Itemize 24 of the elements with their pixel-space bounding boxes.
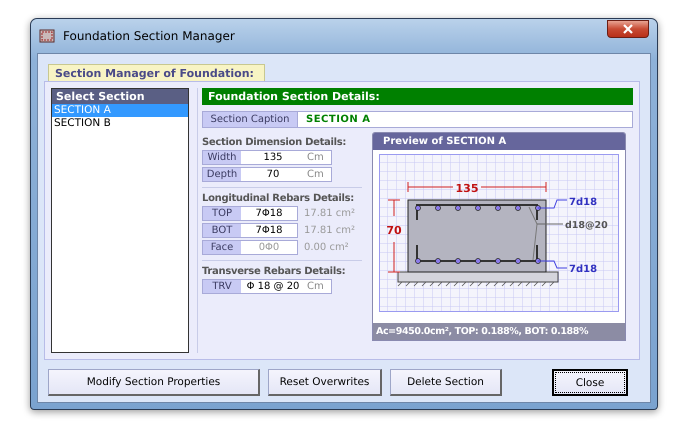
close-icon[interactable] bbox=[607, 20, 649, 38]
dialog-button[interactable]: Modify Section Properties bbox=[48, 369, 260, 396]
width-dimension: 135 bbox=[456, 182, 478, 195]
area-text: 17.81 cm² bbox=[304, 208, 356, 219]
preview-summary: Ac=9450.0cm², TOP: 0.188%, BOT: 0.188% bbox=[373, 323, 625, 340]
list-item[interactable]: SECTION B bbox=[52, 117, 188, 130]
details-heading: Foundation Section Details: bbox=[202, 88, 633, 105]
window-title: Foundation Section Manager bbox=[63, 29, 235, 43]
stirrup-label: d18@20 bbox=[565, 220, 608, 231]
preview-title: Preview of SECTION A bbox=[373, 133, 625, 150]
area-text: 0.00 cm² bbox=[304, 242, 349, 253]
rebar-label: 7d18 bbox=[569, 197, 598, 208]
list-heading: Select Section bbox=[52, 89, 188, 104]
area-text: 17.81 cm² bbox=[304, 225, 356, 236]
group-title: Section Dimension Details: bbox=[202, 137, 348, 148]
dialog-button[interactable]: Reset Overwrites bbox=[268, 369, 382, 396]
group-title: Transverse Rebars Details: bbox=[202, 266, 346, 277]
depth-dimension: 70 bbox=[386, 224, 402, 237]
group-tab[interactable]: Section Manager of Foundation: bbox=[48, 64, 265, 81]
dialog-button[interactable]: Delete Section bbox=[390, 369, 502, 396]
app-icon bbox=[39, 29, 55, 43]
dialog-button[interactable]: Close bbox=[552, 369, 628, 396]
rebar-label: 7d18 bbox=[569, 264, 598, 275]
group-title: Longitudinal Rebars Details: bbox=[202, 193, 355, 204]
